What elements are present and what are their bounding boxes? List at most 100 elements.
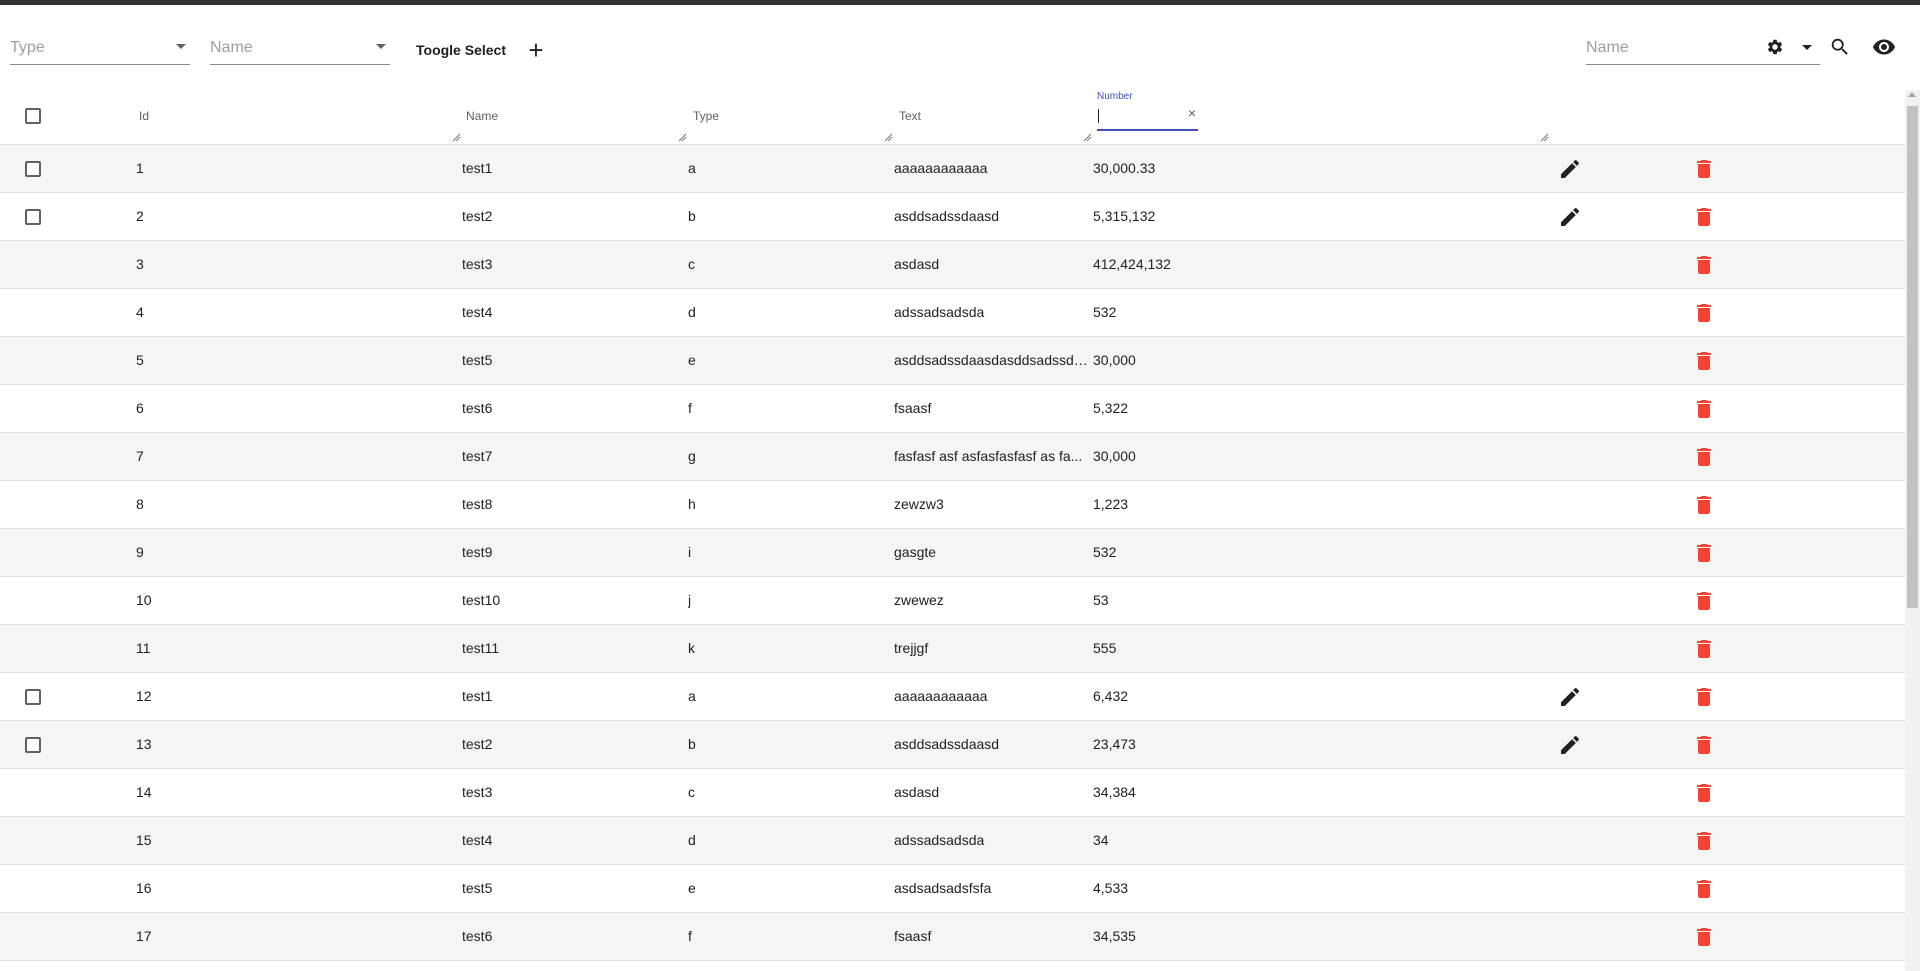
name-search-field[interactable]: Name [1586, 35, 1820, 65]
cell-text: asddsadssdaasd [894, 208, 1000, 224]
trash-icon[interactable] [1692, 829, 1716, 853]
scroll-up-arrow-icon[interactable] [1908, 92, 1916, 97]
column-header-name[interactable]: Name [466, 109, 498, 123]
row-checkbox[interactable] [25, 737, 41, 753]
trash-icon[interactable] [1692, 445, 1716, 469]
column-header-type[interactable]: Type [693, 109, 719, 123]
cell-text: aaaaaaaaaaaa [894, 160, 988, 176]
table-row[interactable]: 7 test7 g fasfasf asf asfasfasfasf as fa...… [0, 433, 1905, 481]
table-row[interactable]: 15 test4 d adssadsadsda 34 [0, 817, 1905, 865]
trash-icon[interactable] [1692, 781, 1716, 805]
pencil-icon[interactable] [1558, 685, 1582, 709]
table-row[interactable]: 17 test6 f fsaasf 34,535 [0, 913, 1905, 961]
resize-handle-icon[interactable] [884, 133, 893, 142]
row-checkbox[interactable] [25, 161, 41, 177]
cell-text: asdsadsadsfsfa [894, 880, 992, 896]
type-select[interactable]: Type [10, 35, 190, 65]
cell-type: i [688, 544, 692, 560]
cell-id: 7 [136, 448, 144, 464]
visibility-button[interactable] [1870, 33, 1898, 61]
table-row[interactable]: 4 test4 d adssadsadsda 532 [0, 289, 1905, 337]
cell-name: test8 [462, 496, 493, 512]
table-row[interactable]: 8 test8 h zewzw3 1,223 [0, 481, 1905, 529]
cell-id: 13 [136, 736, 152, 752]
data-table: Id Name Type Text Number × 1 test1 a aaaaaa… [0, 85, 1905, 961]
trash-icon[interactable] [1692, 253, 1716, 277]
cell-name: test5 [462, 880, 493, 896]
cell-id: 16 [136, 880, 152, 896]
vertical-scrollbar[interactable] [1905, 90, 1920, 971]
chevron-down-icon[interactable] [1802, 45, 1812, 50]
column-header-id[interactable]: Id [139, 109, 149, 123]
table-row[interactable]: 16 test5 e asdsadsadsfsfa 4,533 [0, 865, 1905, 913]
search-icon [1831, 38, 1848, 55]
cell-text: zewzw3 [894, 496, 944, 512]
table-row[interactable]: 5 test5 e asddsadssdaasdasddsadssda... 30,00… [0, 337, 1905, 385]
row-checkbox[interactable] [25, 209, 41, 225]
trash-icon[interactable] [1692, 589, 1716, 613]
table-row[interactable]: 12 test1 a aaaaaaaaaaaa 6,432 [0, 673, 1905, 721]
table-row[interactable]: 13 test2 b asddsadssdaasd 23,473 [0, 721, 1905, 769]
select-all-checkbox[interactable] [25, 108, 41, 124]
trash-icon[interactable] [1692, 733, 1716, 757]
table-row[interactable]: 10 test10 j zwewez 53 [0, 577, 1905, 625]
table-row[interactable]: 11 test11 k trejjgf 555 [0, 625, 1905, 673]
pencil-icon[interactable] [1558, 733, 1582, 757]
table-row[interactable]: 6 test6 f fsaasf 5,322 [0, 385, 1905, 433]
cell-name: test6 [462, 400, 493, 416]
cell-text: fsaasf [894, 928, 932, 944]
trash-icon[interactable] [1692, 205, 1716, 229]
trash-icon[interactable] [1692, 397, 1716, 421]
cell-id: 8 [136, 496, 144, 512]
trash-icon[interactable] [1692, 493, 1716, 517]
cell-number: 5,315,132 [1093, 208, 1156, 224]
trash-icon[interactable] [1692, 925, 1716, 949]
clear-icon[interactable]: × [1188, 105, 1196, 121]
pencil-icon[interactable] [1558, 157, 1582, 181]
cell-text: adssadsadsda [894, 832, 985, 848]
cell-type: a [688, 688, 696, 704]
pencil-icon[interactable] [1558, 205, 1582, 229]
trash-icon[interactable] [1692, 877, 1716, 901]
resize-handle-icon[interactable] [678, 133, 687, 142]
table-row[interactable]: 1 test1 a aaaaaaaaaaaa 30,000.33 [0, 145, 1905, 193]
gear-icon[interactable] [1766, 38, 1784, 56]
cell-text: aaaaaaaaaaaa [894, 688, 988, 704]
cell-name: test7 [462, 448, 493, 464]
cell-number: 532 [1093, 544, 1117, 560]
resize-handle-icon[interactable] [1540, 133, 1549, 142]
table-row[interactable]: 2 test2 b asddsadssdaasd 5,315,132 [0, 193, 1905, 241]
trash-icon[interactable] [1692, 157, 1716, 181]
resize-handle-icon[interactable] [1083, 133, 1092, 142]
text-cursor [1098, 109, 1099, 123]
cell-type: j [688, 592, 692, 608]
trash-icon[interactable] [1692, 349, 1716, 373]
trash-icon[interactable] [1692, 685, 1716, 709]
cell-name: test4 [462, 304, 493, 320]
column-header-text[interactable]: Text [899, 109, 921, 123]
cell-number: 555 [1093, 640, 1117, 656]
cell-name: test11 [462, 640, 500, 656]
cell-id: 9 [136, 544, 144, 560]
scroll-thumb[interactable] [1907, 106, 1918, 608]
cell-text: asdasd [894, 784, 940, 800]
search-button[interactable] [1826, 33, 1854, 61]
name-select[interactable]: Name [210, 35, 390, 65]
cell-text: asddsadssdaasdasddsadssda... [894, 352, 1092, 368]
add-button[interactable]: + [522, 36, 550, 64]
table-header: Id Name Type Text Number × [0, 85, 1905, 145]
cell-name: test2 [462, 208, 493, 224]
table-row[interactable]: 14 test3 c asdasd 34,384 [0, 769, 1905, 817]
cell-number: 34,384 [1093, 784, 1136, 800]
trash-icon[interactable] [1692, 637, 1716, 661]
cell-type: d [688, 832, 696, 848]
number-filter-input[interactable]: Number × [1097, 89, 1198, 131]
trash-icon[interactable] [1692, 301, 1716, 325]
table-row[interactable]: 3 test3 c asdasd 412,424,132 [0, 241, 1905, 289]
resize-handle-icon[interactable] [452, 133, 461, 142]
cell-name: test3 [462, 784, 493, 800]
table-row[interactable]: 9 test9 i gasgte 532 [0, 529, 1905, 577]
trash-icon[interactable] [1692, 541, 1716, 565]
row-checkbox[interactable] [25, 689, 41, 705]
toggle-select-button[interactable]: Toogle Select [404, 32, 518, 68]
